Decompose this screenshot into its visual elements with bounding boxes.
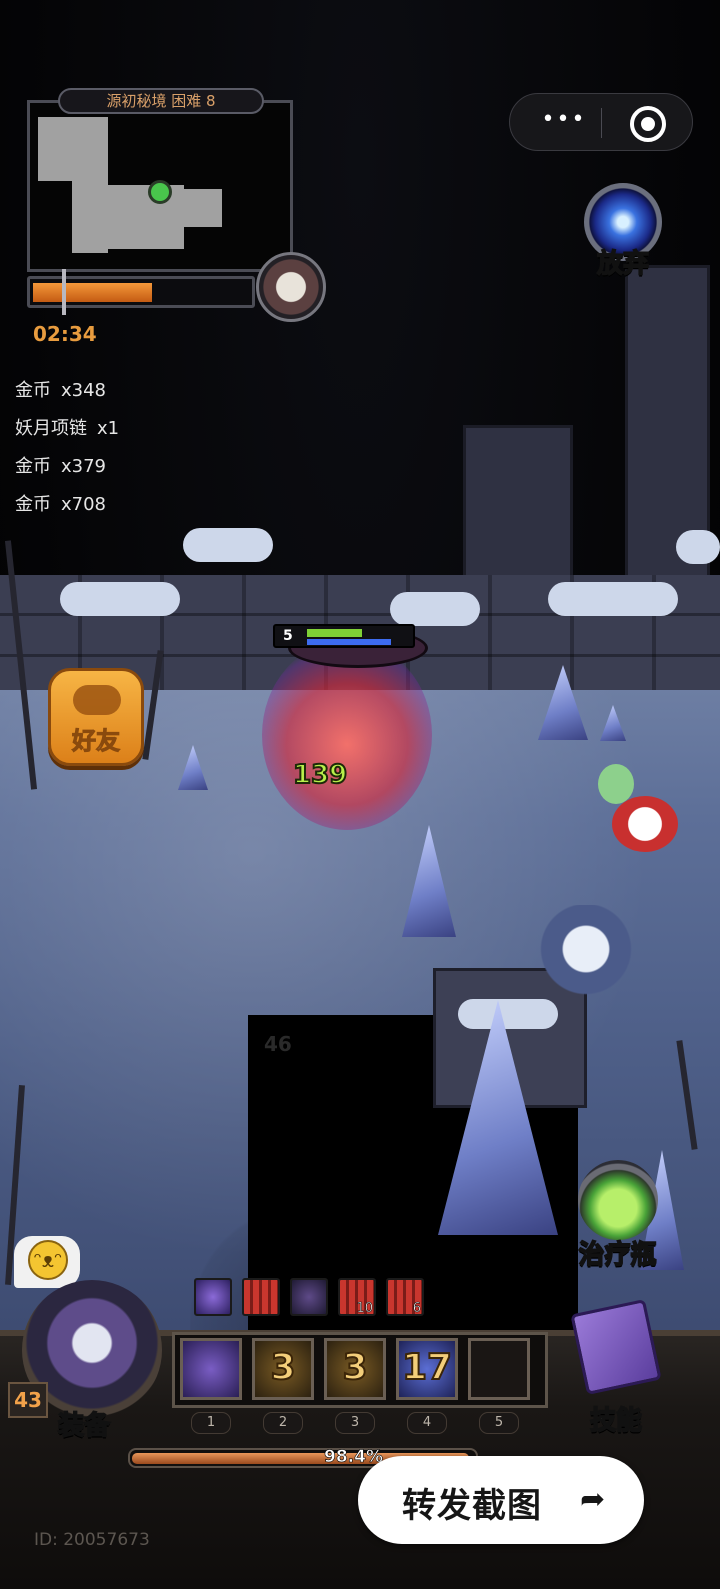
friends-label: 好友 <box>72 727 121 756</box>
snow-cap <box>548 582 678 616</box>
boss-skull-icon <box>256 252 326 322</box>
minimap-room <box>178 189 222 227</box>
hero-mp-fill <box>307 639 391 645</box>
more-options-icon[interactable]: ••• <box>536 104 592 142</box>
buff-purple-crystal-icon <box>194 1278 232 1316</box>
loot-qty: x708 <box>61 494 107 515</box>
loot-name: 金币 <box>15 380 51 401</box>
share-screenshot-button[interactable]: 转发截图 ➦ <box>358 1456 644 1544</box>
floor-number: 46 <box>264 1032 292 1056</box>
snow-cap <box>183 528 273 562</box>
skill-slot-2[interactable]: 3 <box>252 1338 314 1400</box>
player-id: ID: 20057673 <box>34 1530 150 1550</box>
abandon-label: 放弃 <box>596 248 650 280</box>
slot-number: 3 <box>335 1412 375 1434</box>
slot-count: 3 <box>269 1346 296 1389</box>
hero-level: 5 <box>283 628 293 644</box>
loot-entry: 妖月项链 x1 <box>15 414 119 440</box>
time-marker <box>62 269 66 315</box>
miniprogram-capsule: ••• <box>509 93 693 151</box>
hero-aura <box>262 640 432 830</box>
slot-number: 5 <box>479 1412 519 1434</box>
buff-stack-count: 10 <box>356 1301 373 1317</box>
loot-qty: x379 <box>61 456 107 477</box>
share-label: 转发截图 <box>402 1486 542 1526</box>
equipment-button[interactable]: 装备 <box>57 1405 111 1442</box>
experience-percent: 98.4% <box>324 1447 384 1468</box>
slot-number: 1 <box>191 1412 231 1434</box>
skill-slot-1[interactable] <box>180 1338 242 1400</box>
buff-dark-claw-icon <box>290 1278 328 1316</box>
loot-entry: 金币 x379 <box>15 452 106 478</box>
time-progress-fill <box>33 283 152 302</box>
snow-cap <box>60 582 180 616</box>
friends-button[interactable]: 好友 <box>48 668 144 766</box>
close-target-icon[interactable] <box>630 106 666 142</box>
buff-red-pillar-icon <box>242 1278 280 1316</box>
loot-name: 金币 <box>15 456 51 477</box>
slot-number: 4 <box>407 1412 447 1434</box>
buff-red-pillar-icon: 6 <box>386 1278 424 1316</box>
player-location-marker <box>148 180 172 204</box>
spellbook-icon <box>570 1298 662 1396</box>
stone-pillar <box>463 425 573 585</box>
skeleton-enemy[interactable] <box>540 905 632 1015</box>
potion-label: 治疗瓶 <box>578 1239 658 1271</box>
loot-qty: x348 <box>61 380 107 401</box>
balloon-icon <box>598 764 634 804</box>
skill-slot-3[interactable]: 3 <box>324 1338 386 1400</box>
chat-emoji-button[interactable]: ᵔᴥᵔ <box>14 1236 80 1288</box>
loot-name: 金币 <box>15 494 51 515</box>
potion-icon <box>577 1160 658 1240</box>
loot-qty: x1 <box>97 418 120 439</box>
skills-label: 技能 <box>589 1405 643 1437</box>
time-progress-bar <box>27 269 255 315</box>
snow-cap <box>676 530 720 564</box>
hero-status-bar: 5 <box>273 624 415 648</box>
dungeon-title: 源初秘境 困难 8 <box>58 88 264 114</box>
cloud-icon <box>73 685 121 715</box>
capsule-divider <box>601 108 602 138</box>
skill-slot-5[interactable] <box>468 1338 530 1400</box>
skills-button[interactable]: 技能 <box>566 1298 666 1440</box>
countdown-timer: 02:34 <box>33 322 97 346</box>
slot-count: 3 <box>341 1346 368 1389</box>
snow-cap <box>390 592 480 626</box>
skill-slot-4[interactable]: 17 <box>396 1338 458 1400</box>
hero-hp-fill <box>307 629 362 637</box>
loot-entry: 金币 x348 <box>15 376 106 402</box>
slot-number: 2 <box>263 1412 303 1434</box>
player-level-badge: 43 <box>8 1382 48 1418</box>
buff-stack-count: 6 <box>412 1301 421 1317</box>
potion-button[interactable]: 治疗瓶 <box>565 1160 670 1280</box>
loot-entry: 金币 x708 <box>15 490 106 516</box>
clown-enemy[interactable] <box>612 796 678 852</box>
cat-emoji-icon: ᵔᴥᵔ <box>28 1240 68 1280</box>
damage-number: 139 <box>292 759 348 791</box>
slot-count: 17 <box>401 1346 453 1389</box>
loot-name: 妖月项链 <box>15 418 87 439</box>
abandon-button[interactable]: 放弃 <box>582 183 664 283</box>
minimap-room <box>38 117 108 181</box>
buff-red-pillar-icon: 10 <box>338 1278 376 1316</box>
share-arrow-icon: ➦ <box>580 1482 606 1517</box>
